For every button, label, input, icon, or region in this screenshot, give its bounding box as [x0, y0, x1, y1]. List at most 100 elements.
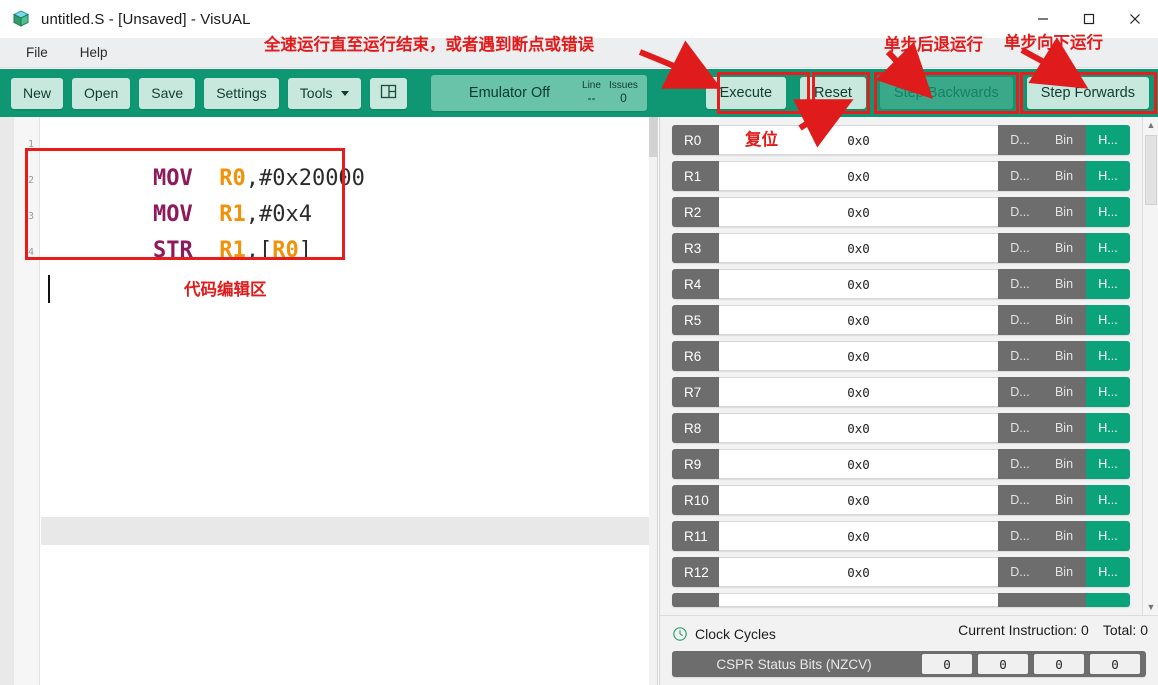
register-mode-hex[interactable]: H...: [1086, 377, 1130, 407]
register-scrollbar-thumb[interactable]: [1145, 135, 1157, 205]
settings-button[interactable]: Settings: [204, 77, 279, 109]
register-mode-hex[interactable]: H...: [1086, 125, 1130, 155]
register-mode-dec[interactable]: D...: [998, 197, 1042, 227]
annotation-reset: 复位: [745, 130, 778, 149]
register-mode-hex[interactable]: H...: [1086, 197, 1130, 227]
open-button-label: Open: [84, 85, 119, 101]
table-row[interactable]: R4 0x0 D... Bin H...: [672, 269, 1130, 299]
table-row[interactable]: R5 0x0 D... Bin H...: [672, 305, 1130, 335]
emulator-status-widget[interactable]: Emulator Off Line -- Issues 0: [431, 75, 648, 111]
step-forwards-button[interactable]: Step Forwards: [1026, 77, 1149, 109]
save-button[interactable]: Save: [139, 77, 196, 109]
register-mode-bin[interactable]: Bin: [1042, 125, 1086, 155]
register-mode-group: D... Bin H...: [998, 557, 1130, 587]
table-row[interactable]: R6 0x0 D... Bin H...: [672, 341, 1130, 371]
close-icon[interactable]: [1112, 0, 1158, 38]
step-backwards-button[interactable]: Step Backwards: [879, 77, 1013, 109]
code-editor[interactable]: 1 2 3 4 MOV R0,#0x20000 MOV R1,#0x4 STR …: [0, 117, 658, 685]
register-name: R10: [672, 485, 719, 515]
clock-cycles-row: Clock Cycles Current Instruction: 0 Tota…: [660, 622, 1158, 646]
panel-layout-button[interactable]: [370, 77, 408, 109]
register-mode-bin[interactable]: [1042, 593, 1086, 607]
register-mode-bin[interactable]: Bin: [1042, 557, 1086, 587]
current-instruction: Current Instruction: 0: [958, 622, 1089, 638]
table-row[interactable]: R2 0x0 D... Bin H...: [672, 197, 1130, 227]
reset-button[interactable]: Reset: [800, 77, 866, 109]
menu-item-file[interactable]: File: [14, 41, 60, 64]
register-mode-dec[interactable]: D...: [998, 521, 1042, 551]
new-button[interactable]: New: [11, 77, 64, 109]
register-mode-bin[interactable]: Bin: [1042, 233, 1086, 263]
register-mode-hex[interactable]: H...: [1086, 557, 1130, 587]
table-row[interactable]: R3 0x0 D... Bin H...: [672, 233, 1130, 263]
new-button-label: New: [23, 85, 52, 101]
table-row[interactable]: R10 0x0 D... Bin H...: [672, 485, 1130, 515]
register-mode-dec[interactable]: D...: [998, 557, 1042, 587]
register-mode-bin[interactable]: Bin: [1042, 197, 1086, 227]
table-row[interactable]: R0 0x0 D... Bin H...: [672, 125, 1130, 155]
register-mode-bin[interactable]: Bin: [1042, 269, 1086, 299]
menu-item-help[interactable]: Help: [68, 41, 120, 64]
register-mode-bin[interactable]: Bin: [1042, 305, 1086, 335]
status-bar: Clock Cycles Current Instruction: 0 Tota…: [659, 615, 1158, 685]
register-mode-hex[interactable]: H...: [1086, 269, 1130, 299]
register-mode-hex[interactable]: H...: [1086, 233, 1130, 263]
editor-gutter: 1 2 3 4: [14, 117, 40, 685]
register-mode-bin[interactable]: Bin: [1042, 377, 1086, 407]
cspr-label: CSPR Status Bits (NZCV): [716, 656, 872, 672]
register-mode-hex[interactable]: [1086, 593, 1130, 607]
line-number: 3: [27, 211, 34, 222]
register-mode-hex[interactable]: H...: [1086, 485, 1130, 515]
table-row[interactable]: R11 0x0 D... Bin H...: [672, 521, 1130, 551]
register-mode-hex[interactable]: H...: [1086, 521, 1130, 551]
register-vertical-scrollbar[interactable]: ▲ ▼: [1142, 117, 1158, 615]
editor-vertical-scrollbar[interactable]: [649, 117, 657, 685]
register-mode-dec[interactable]: D...: [998, 341, 1042, 371]
register-mode-dec[interactable]: D...: [998, 449, 1042, 479]
table-row[interactable]: R12 0x0 D... Bin H...: [672, 557, 1130, 587]
register-mode-dec[interactable]: D...: [998, 269, 1042, 299]
status-counters: Line -- Issues 0: [575, 80, 647, 105]
register-mode-dec[interactable]: D...: [998, 233, 1042, 263]
register-mode-dec[interactable]: D...: [998, 161, 1042, 191]
register-mode-dec[interactable]: D...: [998, 485, 1042, 515]
register-mode-bin[interactable]: Bin: [1042, 413, 1086, 443]
chevron-down-icon: [341, 90, 350, 96]
register-mode-bin[interactable]: Bin: [1042, 485, 1086, 515]
step-forwards-button-label: Step Forwards: [1040, 85, 1135, 101]
line-counter-value: --: [587, 90, 596, 105]
clock-cycles-label: Clock Cycles: [695, 626, 776, 642]
register-name: R1: [672, 161, 719, 191]
register-mode-hex[interactable]: H...: [1086, 161, 1130, 191]
scroll-down-icon[interactable]: ▼: [1143, 599, 1158, 615]
register-mode-dec[interactable]: D...: [998, 413, 1042, 443]
register-mode-bin[interactable]: Bin: [1042, 341, 1086, 371]
register-mode-dec[interactable]: D...: [998, 125, 1042, 155]
open-button[interactable]: Open: [72, 77, 131, 109]
register-mode-dec[interactable]: D...: [998, 377, 1042, 407]
register-value: 0x0: [719, 413, 998, 443]
code-operand: ,[: [245, 238, 273, 263]
execute-button[interactable]: Execute: [705, 77, 787, 109]
editor-scrollbar-thumb[interactable]: [649, 117, 657, 157]
register-mode-bin[interactable]: Bin: [1042, 521, 1086, 551]
register-mode-group: [998, 593, 1130, 607]
table-row[interactable]: R8 0x0 D... Bin H...: [672, 413, 1130, 443]
register-mode-hex[interactable]: H...: [1086, 449, 1130, 479]
table-row[interactable]: R9 0x0 D... Bin H...: [672, 449, 1130, 479]
register-mode-hex[interactable]: H...: [1086, 305, 1130, 335]
register-mode-dec[interactable]: D...: [998, 305, 1042, 335]
register-mode-hex[interactable]: H...: [1086, 341, 1130, 371]
table-row[interactable]: [672, 593, 1130, 607]
table-row[interactable]: R7 0x0 D... Bin H...: [672, 377, 1130, 407]
register-list: R0 0x0 D... Bin H... R1 0x0 D... Bin H..…: [660, 125, 1142, 613]
register-mode-dec[interactable]: [998, 593, 1042, 607]
scroll-up-icon[interactable]: ▲: [1143, 117, 1158, 133]
register-mode-bin[interactable]: Bin: [1042, 161, 1086, 191]
editor-text-area[interactable]: MOV R0,#0x20000 MOV R1,#0x4 STR R1,[R0]: [41, 117, 657, 685]
register-mode-bin[interactable]: Bin: [1042, 449, 1086, 479]
tools-button[interactable]: Tools: [287, 77, 362, 109]
table-row[interactable]: R1 0x0 D... Bin H...: [672, 161, 1130, 191]
register-mode-hex[interactable]: H...: [1086, 413, 1130, 443]
register-value: 0x0: [719, 557, 998, 587]
